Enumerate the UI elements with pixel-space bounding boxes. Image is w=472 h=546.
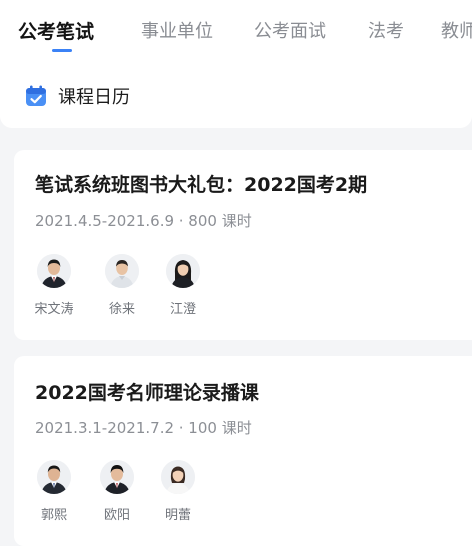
top-header: 公考笔试 事业单位 公考面试 法考 教师 课程日历 xyxy=(0,0,472,128)
teacher[interactable]: 江澄 xyxy=(161,254,205,317)
calendar-label: 课程日历 xyxy=(58,87,130,108)
avatar xyxy=(37,460,71,494)
course-calendar-link[interactable]: 课程日历 xyxy=(24,82,130,110)
course-card[interactable]: 2022国考名师理论录播课 2021.3.1-2021.7.2 · 100 课时… xyxy=(14,356,472,546)
course-title: 笔试系统班图书大礼包：2022国考2期 xyxy=(35,174,368,196)
avatar xyxy=(105,254,139,288)
teacher[interactable]: 徐来 xyxy=(100,254,144,317)
avatar xyxy=(37,254,71,288)
course-title: 2022国考名师理论录播课 xyxy=(35,382,259,404)
teacher-name: 徐来 xyxy=(108,302,135,317)
teacher[interactable]: 宋文涛 xyxy=(32,254,76,317)
teacher[interactable]: 欧阳 xyxy=(95,460,139,523)
teacher-name: 明蕾 xyxy=(164,508,191,523)
teacher[interactable]: 明蕾 xyxy=(156,460,200,523)
tab-gongkao-bishi[interactable]: 公考笔试 xyxy=(18,20,94,44)
teacher-name: 宋文涛 xyxy=(34,302,74,317)
tab-gongkao-mianshi[interactable]: 公考面试 xyxy=(254,20,326,44)
tab-fakao[interactable]: 法考 xyxy=(368,20,404,44)
avatar xyxy=(166,254,200,288)
course-meta: 2021.3.1-2021.7.2 · 100 课时 xyxy=(35,419,252,437)
teacher-name: 欧阳 xyxy=(103,508,130,523)
course-meta: 2021.4.5-2021.6.9 · 800 课时 xyxy=(35,212,252,230)
teacher-name: 郭熙 xyxy=(40,508,67,523)
avatar xyxy=(161,460,195,494)
teacher[interactable]: 郭熙 xyxy=(32,460,76,523)
active-tab-indicator xyxy=(52,49,72,52)
tab-shiye-danwei[interactable]: 事业单位 xyxy=(141,20,213,44)
teacher-name: 江澄 xyxy=(169,302,196,317)
course-card[interactable]: 笔试系统班图书大礼包：2022国考2期 2021.4.5-2021.6.9 · … xyxy=(14,150,472,340)
category-tabs: 公考笔试 事业单位 公考面试 法考 教师 xyxy=(0,0,472,62)
tab-jiaoshi[interactable]: 教师 xyxy=(441,20,472,44)
calendar-check-icon xyxy=(24,84,48,108)
avatar xyxy=(100,460,134,494)
